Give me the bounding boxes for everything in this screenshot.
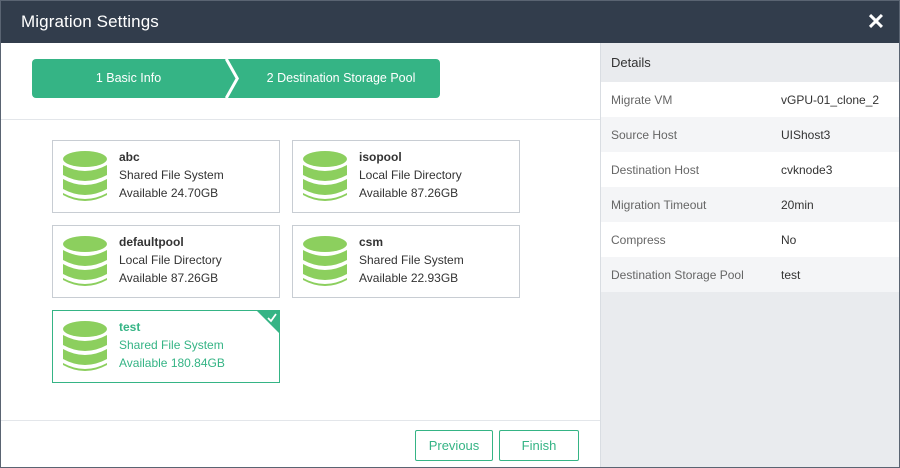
pool-card[interactable]: defaultpool Local File Directory Availab…: [52, 225, 280, 298]
database-icon: [63, 151, 107, 201]
pool-name: abc: [119, 150, 140, 164]
details-heading: Details: [611, 55, 651, 70]
detail-value: 20min: [781, 197, 814, 212]
pool-name: test: [119, 320, 141, 334]
detail-key: Destination Host: [611, 162, 700, 177]
checkmark-icon: [257, 311, 279, 333]
detail-key: Destination Storage Pool: [611, 267, 744, 282]
pool-available: Available 22.93GB: [359, 271, 459, 285]
pool-type: Local File Directory: [359, 168, 462, 182]
details-row: Destination Host cvknode3: [601, 152, 899, 187]
step-destination-storage-pool[interactable]: 2 Destination Storage Pool: [228, 59, 440, 98]
details-row: Compress No: [601, 222, 899, 257]
pool-available: Available 87.26GB: [119, 271, 219, 285]
close-icon[interactable]: ✕: [861, 7, 891, 37]
divider: [1, 420, 600, 421]
pool-card[interactable]: csm Shared File System Available 22.93GB: [292, 225, 520, 298]
wizard-steps: 1 Basic Info 2 Destination Storage Pool: [32, 59, 442, 99]
divider: [1, 119, 600, 120]
detail-value: No: [781, 232, 797, 247]
finish-button[interactable]: Finish: [499, 430, 579, 461]
database-icon: [63, 321, 107, 371]
pool-type: Local File Directory: [119, 253, 222, 267]
chevron-right-icon: [225, 59, 239, 98]
previous-button[interactable]: Previous: [415, 430, 493, 461]
pool-available: Available 24.70GB: [119, 186, 219, 200]
pool-card-selected[interactable]: test Shared File System Available 180.84…: [52, 310, 280, 383]
details-row: Migration Timeout 20min: [601, 187, 899, 222]
pool-type: Shared File System: [119, 338, 224, 352]
details-row: Source Host UIShost3: [601, 117, 899, 152]
detail-key: Source Host: [611, 127, 678, 142]
pool-name: isopool: [359, 150, 402, 164]
pool-card[interactable]: isopool Local File Directory Available 8…: [292, 140, 520, 213]
pool-name: defaultpool: [119, 235, 184, 249]
dialog-titlebar: Migration Settings ✕: [1, 1, 899, 43]
pool-available: Available 87.26GB: [359, 186, 459, 200]
database-icon: [303, 236, 347, 286]
detail-key: Compress: [611, 232, 666, 247]
detail-value: UIShost3: [781, 127, 831, 142]
detail-value: cvknode3: [781, 162, 833, 177]
step-basic-info[interactable]: 1 Basic Info: [32, 59, 237, 98]
pool-type: Shared File System: [359, 253, 464, 267]
detail-value: test: [781, 267, 801, 282]
pool-name: csm: [359, 235, 384, 249]
details-table: Migrate VM vGPU-01_clone_2 Source Host U…: [601, 82, 899, 292]
detail-value: vGPU-01_clone_2: [781, 92, 880, 107]
pool-available: Available 180.84GB: [119, 356, 225, 370]
detail-key: Migration Timeout: [611, 197, 707, 212]
pool-type: Shared File System: [119, 168, 224, 182]
details-row: Destination Storage Pool test: [601, 257, 899, 292]
detail-key: Migrate VM: [611, 92, 673, 107]
database-icon: [63, 236, 107, 286]
database-icon: [303, 151, 347, 201]
migration-dialog: Migration Settings ✕ 1 Basic Info 2 Dest…: [0, 0, 900, 468]
details-row: Migrate VM vGPU-01_clone_2: [601, 82, 899, 117]
details-panel: Details Migrate VM vGPU-01_clone_2 Sourc…: [601, 43, 899, 467]
main-panel: 1 Basic Info 2 Destination Storage Pool …: [1, 43, 601, 467]
dialog-title: Migration Settings: [21, 12, 159, 31]
pool-card[interactable]: abc Shared File System Available 24.70GB: [52, 140, 280, 213]
